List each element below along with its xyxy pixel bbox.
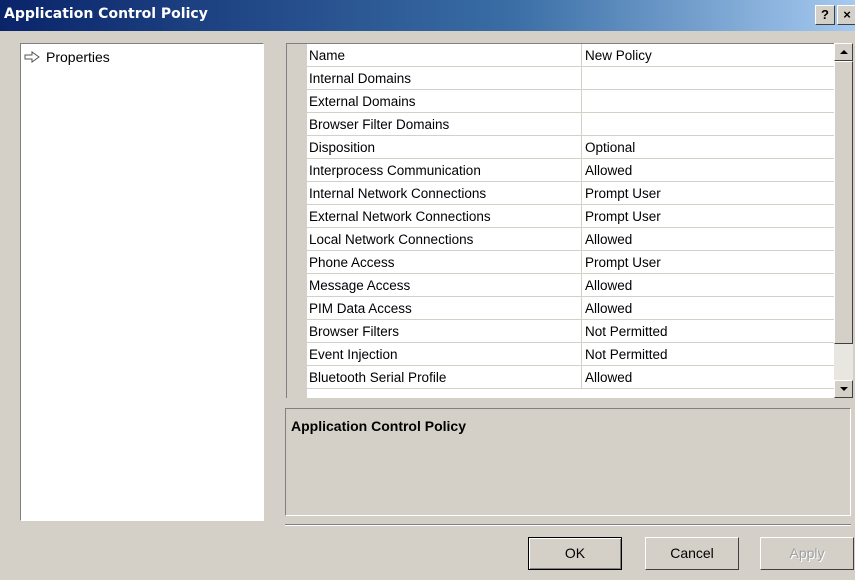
grid-row[interactable]: External Domains — [307, 90, 834, 113]
column-separator — [581, 113, 582, 135]
column-separator — [581, 90, 582, 112]
property-grid: Name New Policy Internal Domains External D… — [286, 43, 834, 398]
grid-row[interactable]: Browser Filter Domains — [307, 113, 834, 136]
column-separator — [581, 205, 582, 227]
property-value[interactable]: Prompt User — [585, 186, 661, 201]
property-name: Phone Access — [309, 255, 395, 270]
column-separator — [581, 297, 582, 319]
column-separator — [581, 182, 582, 204]
grid-row[interactable]: Message Access Allowed — [307, 274, 834, 297]
property-value[interactable]: Allowed — [585, 370, 632, 385]
grid-gutter — [287, 44, 307, 398]
grid-row[interactable]: Browser Filters Not Permitted — [307, 320, 834, 343]
column-separator — [581, 274, 582, 296]
property-name: Event Injection — [309, 347, 398, 362]
column-separator — [581, 228, 582, 250]
grid-row[interactable]: Phone Access Prompt User — [307, 251, 834, 274]
property-name: Name — [309, 48, 346, 63]
grid-row[interactable]: Interprocess Communication Allowed — [307, 159, 834, 182]
window-title: Application Control Policy — [4, 6, 208, 22]
column-separator — [581, 251, 582, 273]
column-separator — [581, 159, 582, 181]
grid-scrollbar[interactable] — [834, 43, 853, 398]
property-value[interactable]: Prompt User — [585, 255, 661, 270]
description-panel: Application Control Policy — [285, 408, 851, 516]
cancel-button[interactable]: Cancel — [645, 537, 739, 570]
property-name: Bluetooth Serial Profile — [309, 370, 447, 385]
grid-row[interactable]: PIM Data Access Allowed — [307, 297, 834, 320]
arrow-right-icon — [24, 51, 40, 63]
close-button[interactable]: × — [837, 5, 855, 25]
column-separator — [581, 343, 582, 365]
down-arrow-icon — [840, 387, 848, 391]
apply-button[interactable]: Apply — [760, 537, 854, 570]
tree-item-properties[interactable]: Properties — [24, 49, 110, 65]
property-value[interactable]: Allowed — [585, 278, 632, 293]
property-value[interactable]: Allowed — [585, 163, 632, 178]
description-title: Application Control Policy — [291, 418, 467, 434]
tree-item-label: Properties — [46, 49, 110, 65]
scroll-thumb[interactable] — [834, 61, 853, 344]
property-value[interactable]: Allowed — [585, 301, 632, 316]
grid-row[interactable]: Event Injection Not Permitted — [307, 343, 834, 366]
property-name: Interprocess Communication — [309, 163, 481, 178]
property-name: Browser Filter Domains — [309, 117, 450, 132]
title-bar: Application Control Policy ? × — [0, 0, 855, 31]
property-name: Message Access — [309, 278, 411, 293]
property-value[interactable]: Not Permitted — [585, 347, 668, 362]
column-separator — [581, 320, 582, 342]
property-name: Internal Domains — [309, 71, 412, 86]
column-separator — [581, 136, 582, 158]
property-name: Internal Network Connections — [309, 186, 487, 201]
grid-row[interactable]: Bluetooth Serial Profile Allowed — [307, 366, 834, 389]
grid-row[interactable]: Disposition Optional — [307, 136, 834, 159]
property-name: Local Network Connections — [309, 232, 474, 247]
column-separator — [581, 44, 582, 66]
up-arrow-icon — [840, 50, 848, 54]
property-value[interactable]: Allowed — [585, 232, 632, 247]
property-name: Browser Filters — [309, 324, 400, 339]
grid-row[interactable]: Internal Domains — [307, 67, 834, 90]
property-value[interactable]: New Policy — [585, 48, 652, 63]
column-separator — [581, 366, 582, 388]
property-name: PIM Data Access — [309, 301, 412, 316]
help-button[interactable]: ? — [815, 5, 835, 25]
ok-button[interactable]: OK — [528, 537, 622, 570]
property-value[interactable]: Optional — [585, 140, 635, 155]
grid-row[interactable]: Local Network Connections Allowed — [307, 228, 834, 251]
property-name: External Domains — [309, 94, 416, 109]
divider — [285, 524, 851, 526]
property-value[interactable]: Not Permitted — [585, 324, 668, 339]
scroll-down-button[interactable] — [834, 380, 853, 398]
grid-row[interactable]: Internal Network Connections Prompt User — [307, 182, 834, 205]
column-separator — [581, 67, 582, 89]
property-name: Disposition — [309, 140, 376, 155]
grid-row[interactable]: Name New Policy — [307, 44, 834, 67]
property-name: External Network Connections — [309, 209, 491, 224]
scroll-up-button[interactable] — [834, 43, 853, 61]
properties-tree: Properties — [20, 43, 264, 521]
grid-row[interactable]: External Network Connections Prompt User — [307, 205, 834, 228]
property-value[interactable]: Prompt User — [585, 209, 661, 224]
